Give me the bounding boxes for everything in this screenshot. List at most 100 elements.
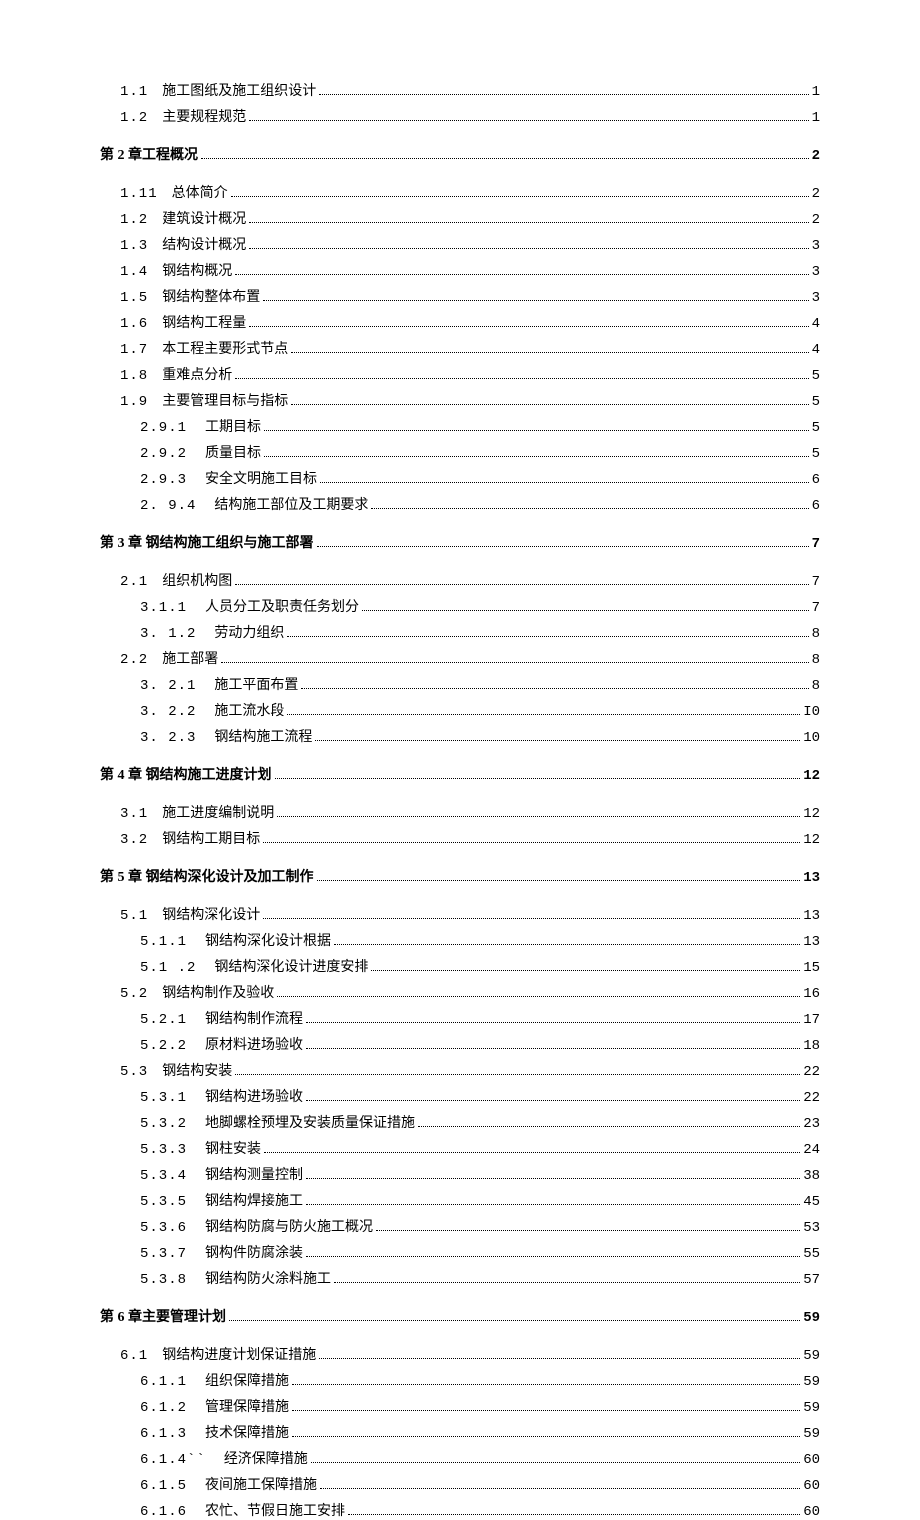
toc-entry: 第 5 章 钢结构深化设计及加工制作13 [100, 866, 820, 886]
toc-entry-title: 组织机构图 [162, 570, 232, 590]
toc-entry-title: 钢柱安装 [205, 1138, 261, 1158]
toc-entry: 6.1钢结构进度计划保证措施59 [100, 1344, 820, 1364]
toc-entry-number: 3.2 [120, 832, 148, 848]
toc-entry-page: 5 [812, 368, 820, 384]
toc-entry-number: 5.2.2 [140, 1038, 187, 1054]
toc-entry-page: 2 [812, 148, 820, 164]
table-of-contents: 1.1施工图纸及施工组织设计11.2主要规程规范1第 2 章工程概况21.11总… [100, 80, 820, 1520]
toc-entry-page: 59 [803, 1426, 820, 1442]
toc-entry: 6.1.4``经济保障措施60 [100, 1448, 820, 1468]
toc-entry: 3.2钢结构工期目标12 [100, 828, 820, 848]
toc-entry: 2.9.3安全文明施工目标6 [100, 468, 820, 488]
toc-entry-title: 施工进度编制说明 [162, 802, 274, 822]
toc-entry-number: 5.2.1 [140, 1012, 187, 1028]
toc-entry-page: 59 [803, 1310, 820, 1326]
toc-entry-page: 57 [803, 1272, 820, 1288]
toc-entry-number: 1.1 [120, 84, 148, 100]
toc-entry: 1.4钢结构概况3 [100, 260, 820, 280]
toc-entry-title: 钢结构进场验收 [205, 1086, 303, 1106]
toc-entry-title: 钢结构进度计划保证措施 [162, 1344, 316, 1364]
toc-entry: 5.2.2原材料进场验收18 [100, 1034, 820, 1054]
toc-entry-title: 钢结构制作及验收 [162, 982, 274, 1002]
toc-leader-dots [317, 880, 801, 881]
toc-leader-dots [334, 944, 800, 945]
toc-entry-page: 8 [812, 626, 820, 642]
toc-entry-page: 7 [812, 536, 820, 552]
toc-entry-number: 5.3.8 [140, 1272, 187, 1288]
toc-leader-dots [334, 1282, 800, 1283]
toc-entry-title: 结构施工部位及工期要求 [214, 494, 368, 514]
toc-entry-title: 钢结构工程量 [162, 312, 246, 332]
toc-entry-page: 59 [803, 1374, 820, 1390]
toc-leader-dots [249, 248, 808, 249]
toc-entry: 1.11总体简介2 [100, 182, 820, 202]
toc-entry: 3. 2.3钢结构施工流程10 [100, 726, 820, 746]
toc-entry-title: 钢结构防腐与防火施工概况 [205, 1216, 373, 1236]
toc-entry-title: 钢结构焊接施工 [205, 1190, 303, 1210]
toc-entry-title: 钢结构测量控制 [205, 1164, 303, 1184]
toc-entry-page: 5 [812, 394, 820, 410]
toc-entry: 2. 9.4结构施工部位及工期要求6 [100, 494, 820, 514]
toc-leader-dots [292, 1436, 800, 1437]
toc-entry-page: 13 [803, 934, 820, 950]
toc-entry: 2.1组织机构图7 [100, 570, 820, 590]
toc-entry: 5.1 .2钢结构深化设计进度安排15 [100, 956, 820, 976]
toc-entry-number: 1.5 [120, 290, 148, 306]
toc-entry-page: 1 [812, 84, 820, 100]
toc-leader-dots [371, 970, 800, 971]
toc-leader-dots [287, 714, 800, 715]
toc-entry-number: 3.1 [120, 806, 148, 822]
toc-entry-page: 1 [812, 110, 820, 126]
toc-entry-number: 1.7 [120, 342, 148, 358]
toc-entry: 6.1.6农忙、节假日施工安排60 [100, 1500, 820, 1520]
toc-entry-title: 钢结构整体布置 [162, 286, 260, 306]
toc-entry-number: 5.3.6 [140, 1220, 187, 1236]
toc-entry: 第 4 章 钢结构施工进度计划12 [100, 764, 820, 784]
toc-entry-number: 6.1.4`` [140, 1452, 206, 1468]
toc-entry-title: 主要管理目标与指标 [162, 390, 288, 410]
toc-leader-dots [306, 1048, 800, 1049]
toc-entry-page: 7 [812, 600, 820, 616]
toc-entry: 1.6钢结构工程量4 [100, 312, 820, 332]
toc-entry-page: 59 [803, 1400, 820, 1416]
toc-entry-title: 主要规程规范 [162, 106, 246, 126]
toc-entry-number: 2.1 [120, 574, 148, 590]
toc-entry: 5.3.3钢柱安装24 [100, 1138, 820, 1158]
toc-entry: 5.1.1钢结构深化设计根据13 [100, 930, 820, 950]
toc-entry-title: 第 2 章工程概况 [100, 144, 198, 164]
toc-entry-title: 钢结构安装 [162, 1060, 232, 1080]
toc-entry-title: 原材料进场验收 [205, 1034, 303, 1054]
toc-leader-dots [249, 326, 808, 327]
toc-entry-page: 38 [803, 1168, 820, 1184]
toc-leader-dots [235, 1074, 800, 1075]
toc-entry-title: 安全文明施工目标 [205, 468, 317, 488]
toc-entry-title: 钢结构深化设计进度安排 [214, 956, 368, 976]
toc-entry: 5.3.7钢构件防腐涂装55 [100, 1242, 820, 1262]
toc-entry-number: 1.3 [120, 238, 148, 254]
toc-leader-dots [235, 274, 808, 275]
toc-entry-title: 经济保障措施 [224, 1448, 308, 1468]
toc-entry-title: 钢结构制作流程 [205, 1008, 303, 1028]
toc-entry: 3. 2.2施工流水段I0 [100, 700, 820, 720]
toc-leader-dots [229, 1320, 800, 1321]
toc-entry-number: 5.3.2 [140, 1116, 187, 1132]
toc-entry-number: 5.3.7 [140, 1246, 187, 1262]
toc-entry-number: 5.1.1 [140, 934, 187, 950]
toc-entry: 5.3.1钢结构进场验收22 [100, 1086, 820, 1106]
toc-entry-number: 6.1.2 [140, 1400, 187, 1416]
toc-entry-page: 12 [803, 832, 820, 848]
toc-entry-title: 施工部署 [162, 648, 218, 668]
toc-leader-dots [320, 1488, 800, 1489]
toc-entry-title: 建筑设计概况 [162, 208, 246, 228]
toc-entry-number: 5.3.4 [140, 1168, 187, 1184]
toc-entry-page: 6 [812, 472, 820, 488]
toc-entry-page: 17 [803, 1012, 820, 1028]
toc-entry: 2.2施工部署8 [100, 648, 820, 668]
toc-leader-dots [371, 508, 808, 509]
toc-leader-dots [264, 1152, 800, 1153]
toc-leader-dots [320, 482, 809, 483]
toc-entry-title: 施工平面布置 [214, 674, 298, 694]
toc-entry-title: 组织保障措施 [205, 1370, 289, 1390]
toc-entry-page: 59 [803, 1348, 820, 1364]
toc-entry: 1.2主要规程规范1 [100, 106, 820, 126]
